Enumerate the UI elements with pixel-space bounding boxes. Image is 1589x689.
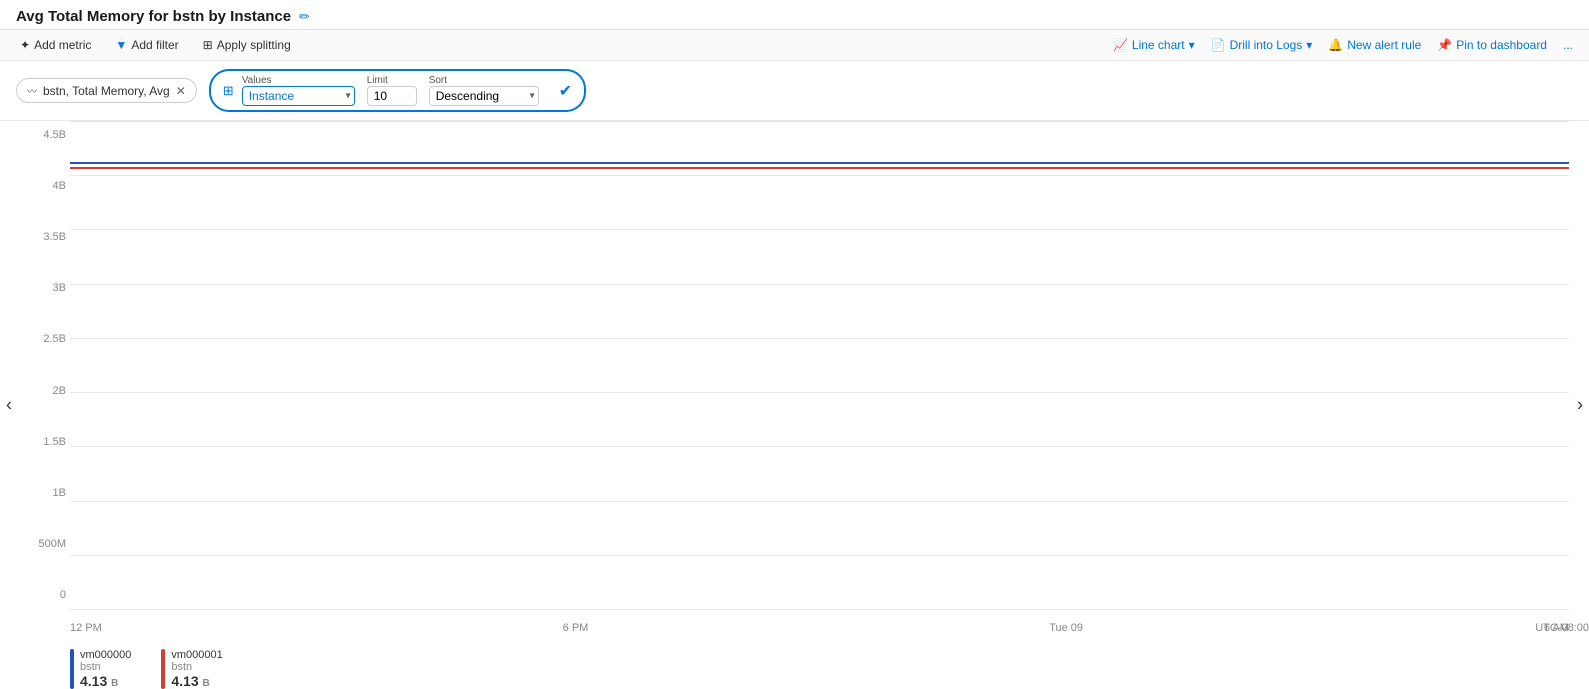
- add-metric-icon: ✦: [20, 38, 30, 52]
- h-line-top: [70, 121, 1569, 122]
- x-axis: 12 PM 6 PM Tue 09 6 AM: [70, 622, 1569, 634]
- legend-text-vm0: vm000000 bstn 4.13 B: [80, 649, 131, 689]
- data-line-vm0: [70, 162, 1569, 164]
- chart-nav-left-button[interactable]: ‹: [0, 391, 18, 420]
- limit-label: Limit: [367, 75, 417, 86]
- y-label-0: 0: [60, 589, 66, 601]
- y-label-1b: 1B: [53, 487, 66, 499]
- y-label-2b: 2B: [53, 385, 66, 397]
- y-label-3b: 3B: [53, 282, 66, 294]
- legend-item-vm1: vm000001 bstn 4.13 B: [161, 649, 222, 689]
- toolbar-right: 📈 Line chart ▾ 📄 Drill into Logs ▾ 🔔 New…: [1113, 38, 1573, 52]
- h-line-bottom: [70, 609, 1569, 610]
- pin-icon: 📌: [1437, 38, 1452, 52]
- legend-sub-vm1: bstn: [171, 661, 222, 673]
- legend: vm000000 bstn 4.13 B vm000001 bstn 4.13 …: [70, 649, 223, 689]
- values-field: Values Instance ResourceGroup Subscripti…: [242, 75, 355, 106]
- h-line-3b: [70, 284, 1569, 285]
- sort-select-wrapper: Ascending Descending: [429, 86, 539, 106]
- limit-field: Limit: [367, 75, 417, 106]
- y-label-3-5b: 3.5B: [43, 231, 66, 243]
- apply-splitting-button[interactable]: ⊞ Apply splitting: [199, 36, 295, 54]
- add-filter-button[interactable]: ▼ Add filter: [111, 36, 182, 54]
- h-line-2b: [70, 392, 1569, 393]
- line-chart-chevron-icon: ▾: [1189, 38, 1195, 52]
- y-label-1-5b: 1.5B: [43, 436, 66, 448]
- legend-item-vm0: vm000000 bstn 4.13 B: [70, 649, 131, 689]
- h-line-1-5b: [70, 446, 1569, 447]
- sort-select[interactable]: Ascending Descending: [429, 86, 539, 106]
- splitting-row: 〰 bstn, Total Memory, Avg ✕ ⊞ Values Ins…: [0, 61, 1589, 121]
- alert-icon: 🔔: [1328, 38, 1343, 52]
- h-line-500m: [70, 555, 1569, 556]
- logs-chevron-icon: ▾: [1306, 38, 1312, 52]
- x-label-tue09: Tue 09: [1049, 622, 1083, 634]
- more-button[interactable]: ...: [1563, 38, 1573, 52]
- y-label-4-5b: 4.5B: [43, 129, 66, 141]
- values-label: Values: [242, 75, 355, 86]
- legend-value-vm1: 4.13 B: [171, 673, 222, 689]
- sort-field: Sort Ascending Descending: [429, 75, 539, 106]
- limit-input[interactable]: [367, 86, 417, 106]
- page: Avg Total Memory for bstn by Instance ✏ …: [0, 0, 1589, 689]
- toolbar: ✦ Add metric ▼ Add filter ⊞ Apply splitt…: [0, 30, 1589, 61]
- metric-pill-icon: 〰: [27, 83, 37, 98]
- h-line-2-5b: [70, 338, 1569, 339]
- legend-color-vm1: [161, 649, 165, 689]
- split-config-icon: ⊞: [223, 83, 234, 99]
- legend-instance-vm0: vm000000: [80, 649, 131, 661]
- y-label-4b: 4B: [53, 180, 66, 192]
- chart-lines: [70, 121, 1569, 609]
- split-icon: ⊞: [203, 38, 213, 52]
- splitting-config: ⊞ Values Instance ResourceGroup Subscrip…: [209, 69, 586, 112]
- line-chart-icon: 📈: [1113, 38, 1128, 52]
- header: Avg Total Memory for bstn by Instance ✏: [0, 0, 1589, 30]
- line-chart-button[interactable]: 📈 Line chart ▾: [1113, 38, 1195, 52]
- y-axis: 4.5B 4B 3.5B 3B 2.5B 2B 1.5B 1B 500M 0: [20, 121, 70, 609]
- legend-value-vm0: 4.13 B: [80, 673, 131, 689]
- legend-instance-vm1: vm000001: [171, 649, 222, 661]
- legend-sub-vm0: bstn: [80, 661, 131, 673]
- metric-pill-label: bstn, Total Memory, Avg: [43, 84, 170, 98]
- metric-pill: 〰 bstn, Total Memory, Avg ✕: [16, 78, 197, 103]
- add-metric-button[interactable]: ✦ Add metric: [16, 36, 95, 54]
- page-title: Avg Total Memory for bstn by Instance: [16, 8, 291, 25]
- new-alert-rule-button[interactable]: 🔔 New alert rule: [1328, 38, 1421, 52]
- sort-label: Sort: [429, 75, 539, 86]
- edit-icon[interactable]: ✏: [299, 9, 310, 25]
- values-select-wrapper: Instance ResourceGroup Subscription: [242, 86, 355, 106]
- x-label-utc: UTC-08:00: [1535, 622, 1589, 634]
- h-line-3-5b: [70, 229, 1569, 230]
- legend-color-vm0: [70, 649, 74, 689]
- split-confirm-button[interactable]: ✔: [559, 81, 572, 101]
- metric-close-button[interactable]: ✕: [176, 84, 186, 98]
- x-label-6pm: 6 PM: [563, 622, 589, 634]
- chart-area: ‹ › 4.5B 4B 3.5B 3B 2.5B 2B 1.5B 1B 500M…: [0, 121, 1589, 689]
- data-line-vm1: [70, 167, 1569, 169]
- logs-icon: 📄: [1211, 38, 1226, 52]
- pin-to-dashboard-button[interactable]: 📌 Pin to dashboard: [1437, 38, 1547, 52]
- x-label-12pm: 12 PM: [70, 622, 102, 634]
- drill-into-logs-button[interactable]: 📄 Drill into Logs ▾: [1211, 38, 1313, 52]
- h-line-1b: [70, 501, 1569, 502]
- chart-nav-right-button[interactable]: ›: [1571, 391, 1589, 420]
- y-label-500m: 500M: [38, 538, 66, 550]
- values-select[interactable]: Instance ResourceGroup Subscription: [242, 86, 355, 106]
- h-line-4b: [70, 175, 1569, 176]
- y-label-2-5b: 2.5B: [43, 333, 66, 345]
- filter-icon: ▼: [115, 38, 127, 52]
- legend-text-vm1: vm000001 bstn 4.13 B: [171, 649, 222, 689]
